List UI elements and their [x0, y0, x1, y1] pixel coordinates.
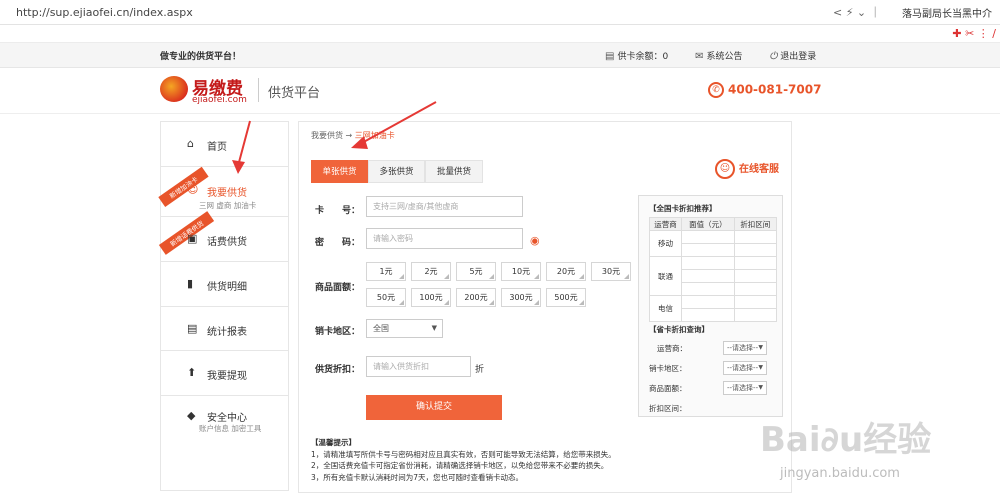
baidu-watermark: Bai∂u经验 — [760, 420, 932, 460]
baidu-watermark-site: jingyan.baidu.com — [780, 466, 900, 481]
arrow-icon — [232, 120, 251, 174]
arrow-icon — [351, 101, 437, 149]
